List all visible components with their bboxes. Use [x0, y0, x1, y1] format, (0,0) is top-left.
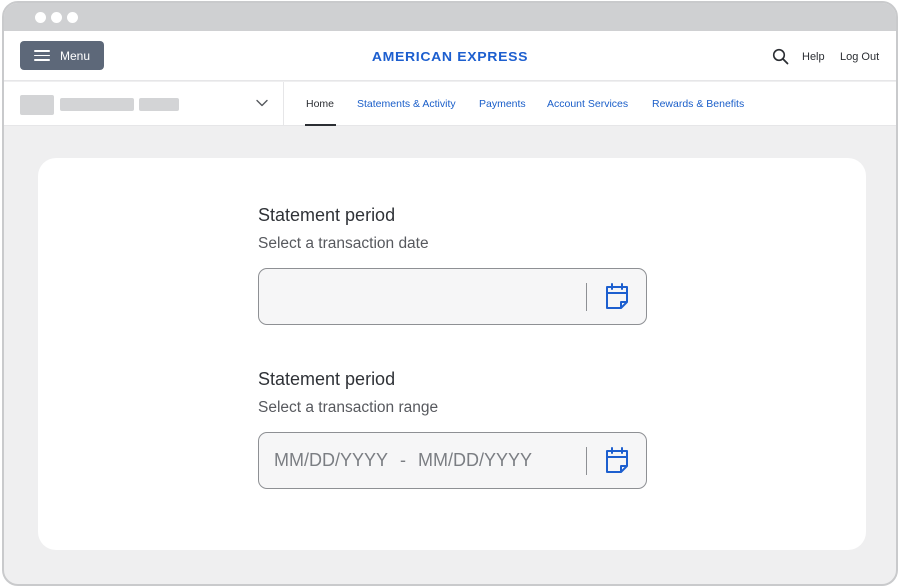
window-dot-minimize[interactable] [51, 12, 62, 23]
tab-home[interactable]: Home [306, 98, 334, 110]
browser-window: Menu AMERICAN EXPRESS Help Log Out Home … [2, 1, 898, 586]
tab-statements-activity[interactable]: Statements & Activity [357, 98, 456, 110]
brand-logo[interactable]: AMERICAN EXPRESS [4, 49, 896, 64]
single-date-field[interactable] [258, 268, 647, 325]
top-header: Menu AMERICAN EXPRESS Help Log Out [4, 31, 896, 81]
end-date-input[interactable]: MM/DD/YYYY [418, 450, 532, 471]
tab-rewards-benefits[interactable]: Rewards & Benefits [652, 98, 744, 110]
chevron-down-icon [256, 99, 268, 107]
account-selector[interactable] [4, 82, 284, 126]
date-range-field[interactable]: MM/DD/YYYY - MM/DD/YYYY [258, 432, 647, 489]
single-date-subtitle: Select a transaction date [258, 235, 429, 252]
field-divider [586, 283, 587, 311]
single-date-title: Statement period [258, 205, 396, 225]
content-card [38, 158, 866, 550]
active-tab-indicator [305, 124, 336, 126]
field-divider [586, 447, 587, 475]
help-link[interactable]: Help [802, 51, 825, 63]
tab-account-services[interactable]: Account Services [547, 98, 628, 110]
range-date-title: Statement period [258, 369, 396, 389]
range-separator: - [400, 450, 407, 470]
date-range-inputs: MM/DD/YYYY - MM/DD/YYYY [274, 450, 532, 471]
window-titlebar [4, 3, 896, 31]
window-dot-close[interactable] [35, 12, 46, 23]
search-icon[interactable] [772, 48, 789, 65]
logout-link[interactable]: Log Out [840, 51, 879, 63]
tab-payments[interactable]: Payments [479, 98, 526, 110]
calendar-icon[interactable] [604, 446, 630, 474]
card-art-placeholder [20, 95, 54, 115]
calendar-icon[interactable] [604, 282, 630, 310]
start-date-input[interactable]: MM/DD/YYYY [274, 450, 388, 471]
range-date-subtitle: Select a transaction range [258, 399, 439, 416]
window-dot-maximize[interactable] [67, 12, 78, 23]
sub-navigation: Home Statements & Activity Payments Acco… [4, 82, 896, 126]
account-name-placeholder [60, 98, 134, 111]
account-number-placeholder [139, 98, 179, 111]
